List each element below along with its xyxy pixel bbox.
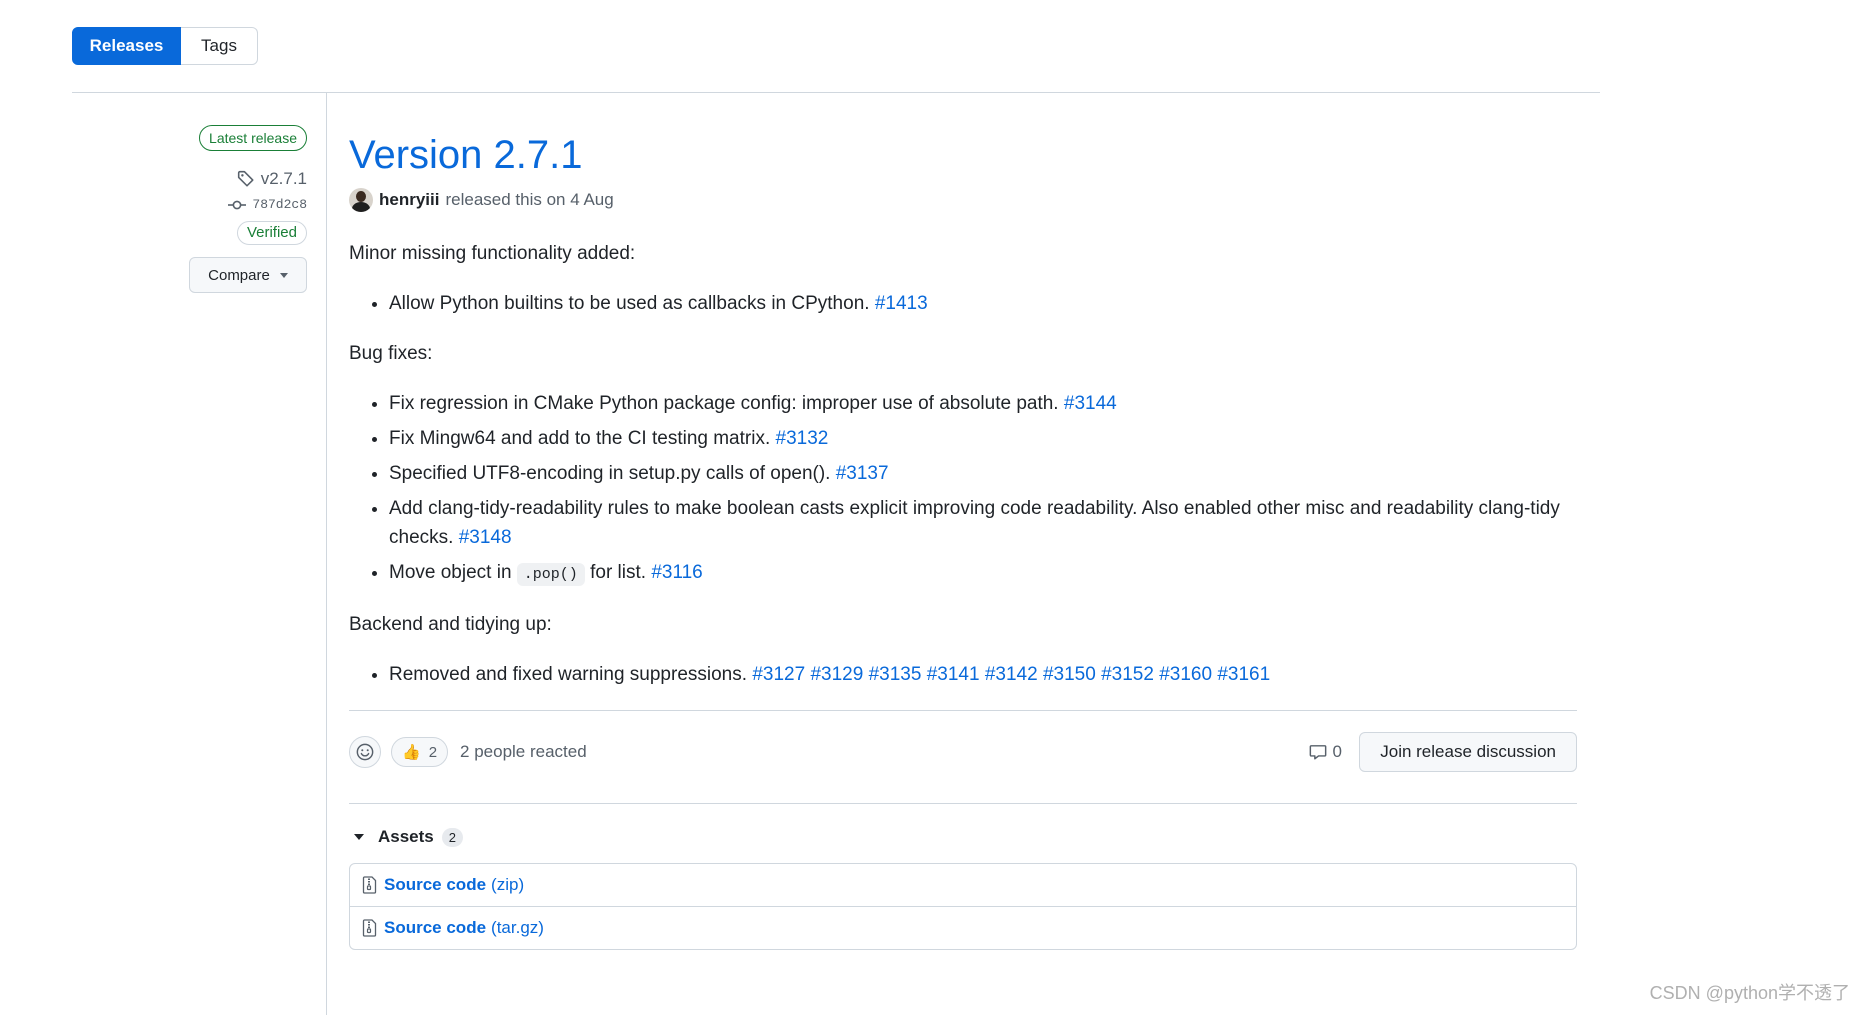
file-zip-icon <box>362 919 378 937</box>
release-notes: Minor missing functionality added: Allow… <box>349 239 1577 689</box>
released-date-text: released this on 4 Aug <box>445 190 614 209</box>
issue-link[interactable]: #3135 <box>869 664 922 685</box>
avatar[interactable] <box>349 188 373 212</box>
thumbs-up-icon: 👍 <box>402 744 421 761</box>
comments-count: 0 <box>1332 742 1342 761</box>
list-item: Removed and fixed warning suppressions. … <box>389 660 1577 689</box>
inline-code: .pop() <box>516 563 585 586</box>
issue-link[interactable]: #1413 <box>875 293 928 314</box>
section-heading-minor: Minor missing functionality added: <box>349 243 636 264</box>
assets-count-badge: 2 <box>441 827 463 847</box>
issue-link[interactable]: #3152 <box>1101 664 1154 685</box>
asset-row-targz[interactable]: Source code (tar.gz) <box>350 906 1576 949</box>
compare-label: Compare <box>208 266 270 284</box>
triangle-down-icon <box>354 834 364 840</box>
issue-link[interactable]: #3160 <box>1159 664 1212 685</box>
chevron-down-icon <box>279 272 288 278</box>
tab-releases[interactable]: Releases <box>72 27 181 65</box>
release-title[interactable]: Version 2.7.1 <box>349 128 1577 182</box>
join-discussion-button[interactable]: Join release discussion <box>1359 732 1577 772</box>
section-heading-bugfixes: Bug fixes: <box>349 343 433 364</box>
tag-link[interactable]: v2.7.1 <box>237 169 307 189</box>
commit-link[interactable]: 787d2c8 <box>228 197 307 212</box>
issue-link[interactable]: #3148 <box>459 527 512 548</box>
watermark: CSDN @python学不透了 <box>1649 983 1850 1003</box>
thumbs-up-count: 2 <box>428 743 438 761</box>
issue-link[interactable]: #3161 <box>1217 664 1270 685</box>
minor-list: Allow Python builtins to be used as call… <box>349 289 1577 318</box>
assets-label: Assets <box>378 827 434 846</box>
file-zip-icon <box>362 876 378 894</box>
issue-link[interactable]: #3129 <box>810 664 863 685</box>
reactions-divider <box>349 710 1577 711</box>
assets-divider <box>349 803 1577 804</box>
issue-link[interactable]: #3137 <box>836 463 889 484</box>
tab-tags[interactable]: Tags <box>181 27 258 65</box>
people-reacted-text: 2 people reacted <box>460 742 587 761</box>
asset-name[interactable]: Source code <box>384 875 486 895</box>
list-item: Add clang-tidy-readability rules to make… <box>389 494 1577 552</box>
verified-badge[interactable]: Verified <box>236 221 307 245</box>
issue-link[interactable]: #3144 <box>1064 393 1117 414</box>
asset-ext[interactable]: (tar.gz) <box>491 918 544 938</box>
list-item: Fix Mingw64 and add to the CI testing ma… <box>389 424 1577 453</box>
list-item: Specified UTF8-encoding in setup.py call… <box>389 459 1577 488</box>
issue-link[interactable]: #3141 <box>927 664 980 685</box>
vertical-divider <box>326 93 327 1015</box>
issue-link[interactable]: #3116 <box>651 562 702 583</box>
discussion-comments-link[interactable]: 0 <box>1309 742 1342 762</box>
release-author-row: henryiii released this on 4 Aug <box>349 188 1577 212</box>
backend-list: Removed and fixed warning suppressions. … <box>349 660 1577 689</box>
commit-sha: 787d2c8 <box>252 197 307 212</box>
thumbs-up-reaction-button[interactable]: 👍 2 <box>391 737 449 767</box>
commit-icon <box>228 199 247 211</box>
reactions-bar: 👍 2 2 people reacted 0 Join release disc… <box>349 732 1577 772</box>
list-item: Fix regression in CMake Python package c… <box>389 389 1577 418</box>
tag-icon <box>237 170 255 188</box>
smiley-icon <box>356 743 374 761</box>
release-sidebar: Latest release v2.7.1 787d2c8 Verified C… <box>189 125 307 293</box>
assets-toggle[interactable]: Assets 2 <box>349 825 1577 849</box>
issue-link[interactable]: #3150 <box>1043 664 1096 685</box>
tag-name: v2.7.1 <box>260 169 307 188</box>
releases-tags-tabnav: Releases Tags <box>72 27 258 65</box>
asset-row-zip[interactable]: Source code (zip) <box>350 864 1576 906</box>
issue-link[interactable]: #3132 <box>776 428 829 449</box>
list-item: Allow Python builtins to be used as call… <box>389 289 1577 318</box>
release-main: Version 2.7.1 henryiii released this on … <box>349 128 1577 950</box>
asset-ext[interactable]: (zip) <box>491 875 524 895</box>
top-divider <box>72 92 1600 93</box>
issue-link[interactable]: #3127 <box>752 664 805 685</box>
compare-button[interactable]: Compare <box>189 257 307 293</box>
issue-link[interactable]: #3142 <box>985 664 1038 685</box>
latest-release-badge: Latest release <box>199 125 307 151</box>
asset-list: Source code (zip) Source code (tar.gz) <box>349 863 1577 950</box>
section-heading-backend: Backend and tidying up: <box>349 614 552 635</box>
asset-name[interactable]: Source code <box>384 918 486 938</box>
comment-icon <box>1309 743 1327 761</box>
list-item: Move object in .pop() for list. #3116 <box>389 558 1577 589</box>
add-reaction-button[interactable] <box>349 736 381 768</box>
bugfix-list: Fix regression in CMake Python package c… <box>349 389 1577 589</box>
author-link[interactable]: henryiii <box>379 190 439 210</box>
